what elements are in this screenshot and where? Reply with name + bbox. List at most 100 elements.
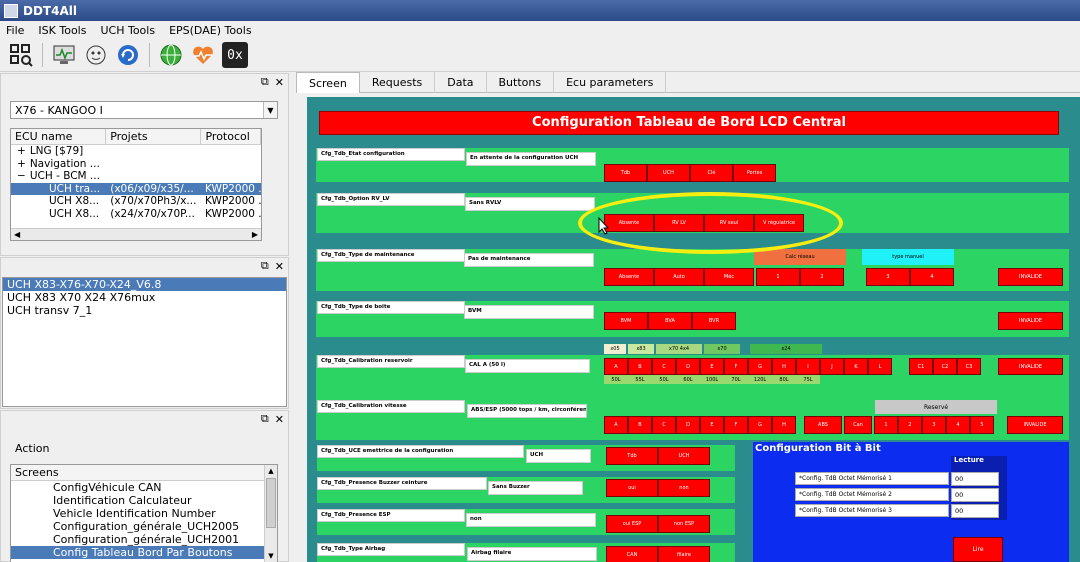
- expand-icon[interactable]: +: [17, 158, 26, 170]
- option-button[interactable]: non: [658, 479, 710, 497]
- float-icon[interactable]: ⧉: [261, 259, 269, 273]
- speed-calibration-button[interactable]: 4: [946, 416, 970, 434]
- option-button[interactable]: oui: [606, 479, 658, 497]
- speed-calibration-button[interactable]: C: [652, 416, 676, 434]
- chevron-down-icon[interactable]: ▼: [263, 102, 277, 118]
- scroll-up-icon[interactable]: ▲: [265, 465, 277, 477]
- tank-calibration-button[interactable]: D: [676, 358, 700, 375]
- speed-invalid-button[interactable]: INVALIDE: [1007, 416, 1063, 434]
- option-button[interactable]: non ESP: [658, 515, 710, 533]
- web-globe-icon[interactable]: [158, 42, 184, 68]
- variant-item[interactable]: UCH X83 X70 X24 X76mux: [3, 291, 286, 304]
- etat-config-button[interactable]: Portes: [733, 164, 776, 182]
- ecu-tree[interactable]: ECU name Projets Protocol + LNG [$79] + Nav…: [10, 128, 262, 241]
- read-button[interactable]: Lire: [953, 537, 1003, 562]
- speed-calibration-button[interactable]: A: [604, 416, 628, 434]
- scroll-thumb[interactable]: [266, 478, 276, 528]
- ecu-tree-row[interactable]: UCH tra... (x06/x09/x35/... KWP2000 ...: [11, 182, 261, 195]
- tank-calibration-button[interactable]: H: [772, 358, 796, 375]
- bit-row-value[interactable]: 00: [951, 504, 999, 518]
- speed-calibration-button[interactable]: Can: [844, 416, 872, 434]
- gearbox-button[interactable]: BVR: [692, 312, 736, 330]
- maintenance-button[interactable]: Absente: [604, 268, 654, 286]
- screen-item[interactable]: ConfigVéhicule CAN: [11, 481, 277, 494]
- tank-calibration-button[interactable]: K: [844, 358, 868, 375]
- maintenance-button[interactable]: 1: [756, 268, 800, 286]
- tank-calibration-button[interactable]: I: [796, 358, 820, 375]
- tab-screen[interactable]: Screen: [296, 72, 360, 93]
- tab-ecu-parameters[interactable]: Ecu parameters: [554, 72, 667, 93]
- scroll-down-icon[interactable]: ▼: [265, 550, 277, 562]
- tank-calibration-button[interactable]: L: [868, 358, 892, 375]
- ecu-tree-row[interactable]: UCH X8... (x70/x70Ph3/x... KWP2000 ...: [11, 195, 261, 208]
- tab-requests[interactable]: Requests: [360, 72, 436, 93]
- menu-uch-tools[interactable]: UCH Tools: [100, 24, 155, 37]
- collapse-icon[interactable]: −: [17, 170, 26, 182]
- ecu-tree-row[interactable]: − UCH - BCM ...: [11, 170, 261, 183]
- screen-item[interactable]: Identification Calculateur: [11, 494, 277, 507]
- gearbox-button[interactable]: BVA: [648, 312, 692, 330]
- option-button[interactable]: UCH: [658, 447, 710, 465]
- menu-eps-tools[interactable]: EPS(DAE) Tools: [169, 24, 252, 37]
- float-icon[interactable]: ⧉: [261, 412, 269, 426]
- speed-calibration-button[interactable]: 3: [922, 416, 946, 434]
- bit-row-value[interactable]: 00: [951, 488, 999, 502]
- col-projets[interactable]: Projets: [106, 129, 202, 144]
- screens-tree[interactable]: Screens ConfigVéhicule CAN Identification…: [10, 464, 278, 562]
- etat-config-button[interactable]: Clé: [690, 164, 733, 182]
- speed-calibration-button[interactable]: 5: [970, 416, 994, 434]
- expand-icon[interactable]: +: [17, 145, 26, 157]
- gearbox-invalid-button[interactable]: INVALIDE: [998, 312, 1063, 330]
- menu-isk-tools[interactable]: ISK Tools: [38, 24, 86, 37]
- speed-calibration-button[interactable]: G: [748, 416, 772, 434]
- speed-calibration-button[interactable]: H: [772, 416, 796, 434]
- close-icon[interactable]: ✕: [275, 76, 284, 89]
- variant-item[interactable]: UCH transv 7_1: [3, 304, 286, 317]
- tank-calibration-button[interactable]: G: [748, 358, 772, 375]
- ecu-tree-row[interactable]: UCH X8... (x24/x70/x70P... KWP2000 ...: [11, 208, 261, 221]
- speed-calibration-button[interactable]: B: [628, 416, 652, 434]
- tank-calibration-button[interactable]: C1: [909, 358, 933, 375]
- screen-item[interactable]: Configuration_générale_UCH2001: [11, 533, 277, 546]
- float-icon[interactable]: ⧉: [261, 75, 269, 89]
- tab-data[interactable]: Data: [435, 72, 487, 93]
- heart-monitor-icon[interactable]: [190, 42, 216, 68]
- tank-calibration-button[interactable]: C2: [933, 358, 957, 375]
- etat-config-button[interactable]: UCH: [647, 164, 690, 182]
- screens-vscroll[interactable]: ▲ ▼: [264, 465, 277, 562]
- speed-calibration-button[interactable]: D: [676, 416, 700, 434]
- tab-buttons[interactable]: Buttons: [487, 72, 555, 93]
- tank-calibration-button[interactable]: C: [652, 358, 676, 375]
- maintenance-button[interactable]: Méc: [704, 268, 754, 286]
- maintenance-button[interactable]: 3: [866, 268, 910, 286]
- screen-item[interactable]: Vehicle Identification Number: [11, 507, 277, 520]
- maintenance-button[interactable]: 2: [800, 268, 844, 286]
- refresh-icon[interactable]: [115, 42, 141, 68]
- option-button[interactable]: CAN: [606, 546, 658, 562]
- monitor-icon[interactable]: [51, 42, 77, 68]
- screen-item[interactable]: Config Tableau Bord Par Boutons: [11, 546, 277, 559]
- col-protocol[interactable]: Protocol: [201, 129, 261, 144]
- option-button[interactable]: filaire: [658, 546, 710, 562]
- tank-calibration-button[interactable]: F: [724, 358, 748, 375]
- variant-item[interactable]: UCH X83-X76-X70-X24_V6.8: [3, 278, 286, 291]
- tank-calibration-button[interactable]: E: [700, 358, 724, 375]
- tank-calibration-button[interactable]: B: [628, 358, 652, 375]
- speed-calibration-button[interactable]: F: [724, 416, 748, 434]
- screen-item[interactable]: Configuration_générale_UCH2005: [11, 520, 277, 533]
- speed-calibration-button[interactable]: E: [700, 416, 724, 434]
- ecu-tree-row[interactable]: + Navigation ...: [11, 158, 261, 171]
- hex-icon[interactable]: 0x: [222, 42, 248, 68]
- ecu-tree-row[interactable]: + LNG [$79]: [11, 145, 261, 158]
- speed-calibration-button[interactable]: 1: [874, 416, 898, 434]
- tank-calibration-button[interactable]: A: [604, 358, 628, 375]
- gearbox-button[interactable]: BVM: [604, 312, 648, 330]
- maintenance-invalid-button[interactable]: INVALIDE: [998, 268, 1063, 286]
- option-button[interactable]: Tdb: [606, 447, 658, 465]
- close-icon[interactable]: ✕: [275, 260, 284, 273]
- ecu-tree-hscroll[interactable]: ◀ ▶: [11, 228, 261, 240]
- vehicle-select[interactable]: X76 - KANGOO I ▼: [10, 101, 278, 119]
- tank-calibration-button[interactable]: J: [820, 358, 844, 375]
- bit-row-value[interactable]: 00: [951, 472, 999, 486]
- etat-config-button[interactable]: Tdb: [604, 164, 647, 182]
